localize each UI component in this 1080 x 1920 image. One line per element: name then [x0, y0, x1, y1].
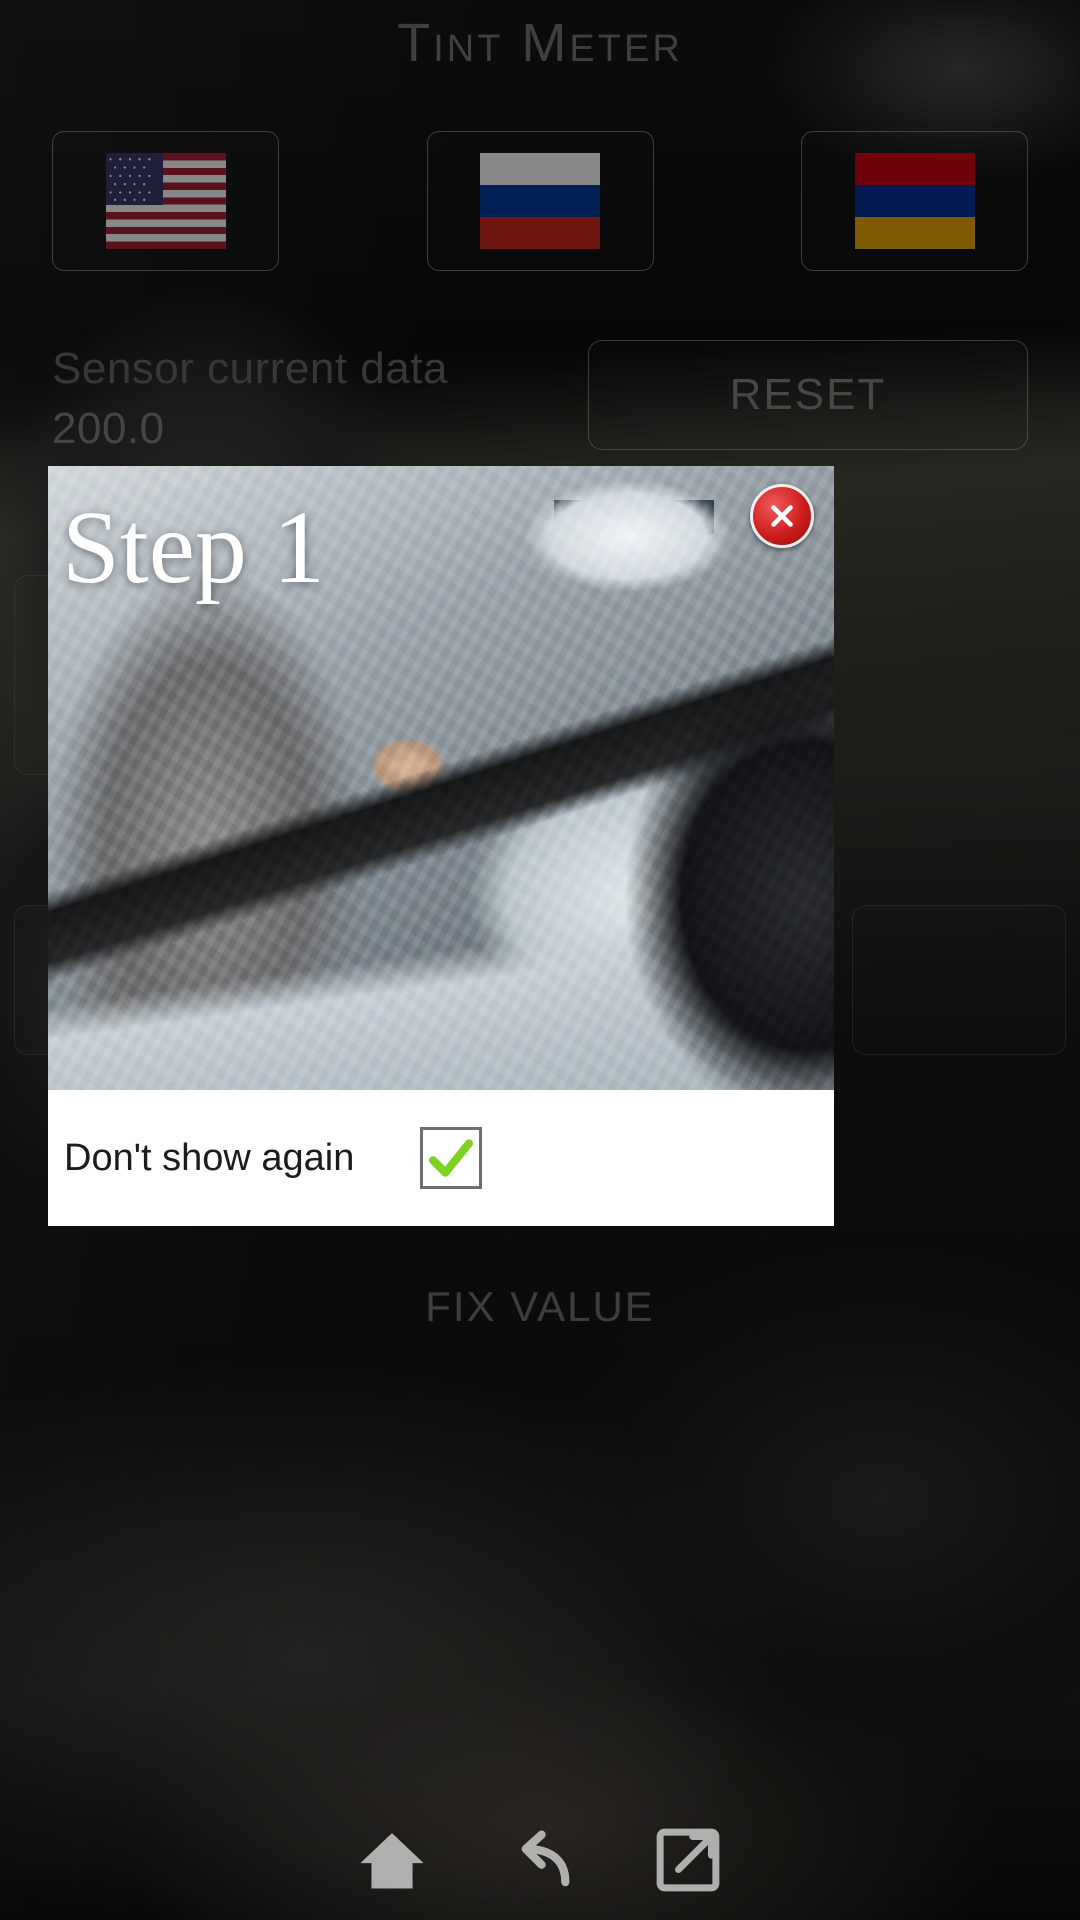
- home-icon[interactable]: [354, 1822, 430, 1898]
- checkmark-icon: [429, 1139, 474, 1177]
- dont-show-again-checkbox[interactable]: [420, 1127, 483, 1189]
- app-root: Tint Meter Sensor current data 200.0 RES…: [0, 0, 1080, 1920]
- back-icon[interactable]: [502, 1822, 578, 1898]
- recent-apps-icon[interactable]: [650, 1822, 726, 1898]
- dont-show-again-label: Don't show again: [64, 1136, 355, 1179]
- dont-show-again-row[interactable]: Don't show again: [48, 1090, 834, 1226]
- android-navigation-bar: [0, 1800, 1080, 1920]
- step-title: Step 1: [62, 490, 325, 605]
- close-icon[interactable]: [750, 484, 814, 548]
